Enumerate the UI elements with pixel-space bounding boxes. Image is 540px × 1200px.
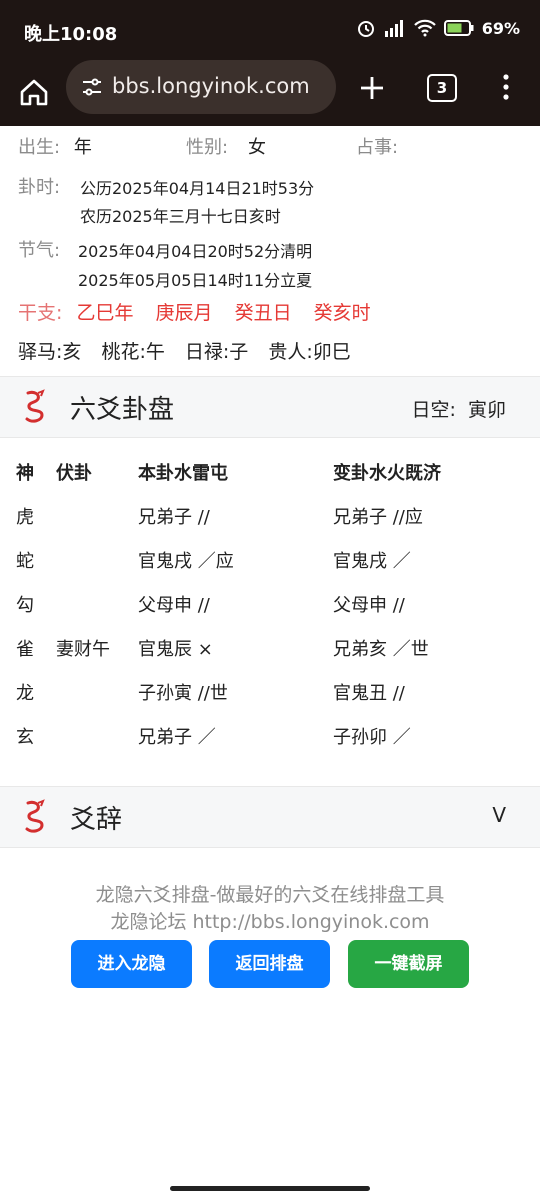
ganzhi-row: 干支: 乙巳年 庚辰月 癸丑日 癸亥时: [18, 298, 371, 325]
table-row: 勾 父母申 // 父母申 //: [0, 591, 540, 635]
battery-percent: 69%: [481, 18, 520, 38]
shensha-guiren: 贵人:卯巳: [268, 341, 351, 363]
footer-link[interactable]: 龙隐论坛 http://bbs.longyinok.com: [0, 907, 540, 934]
table-row: 虎 兄弟子 // 兄弟子 //应: [0, 503, 540, 547]
row-biangua: 父母申 //: [333, 595, 405, 616]
ganzhi-day: 癸丑日: [234, 302, 292, 324]
gua-panel-title: 六爻卦盘: [70, 395, 175, 425]
table-row: 雀 妻财午 官鬼辰 × 兄弟亥 ／世: [0, 635, 540, 679]
more-menu-icon[interactable]: [496, 72, 516, 102]
row-biangua: 兄弟子 //应: [333, 507, 423, 528]
new-tab-icon[interactable]: [356, 72, 388, 104]
alarm-icon: [357, 21, 374, 37]
solar-term-1: 2025年04月04日20时52分清明: [78, 242, 313, 261]
row-bengua: 兄弟子 ／: [138, 727, 216, 748]
gua-panel-header: 六爻卦盘 日空: 寅卯: [0, 376, 540, 438]
yaoci-toggle[interactable]: V: [492, 803, 506, 827]
birth-value: 年: [73, 137, 92, 158]
table-row: 龙 子孙寅 //世 官鬼丑 //: [0, 679, 540, 723]
time-lunar: 农历2025年三月十七日亥时: [80, 207, 281, 226]
tab-count: 3: [436, 79, 448, 97]
row-shen: 雀: [16, 639, 34, 660]
kong-value: 日空: 寅卯: [412, 395, 506, 422]
time-solar: 公历2025年04月14日21时53分: [80, 179, 315, 198]
yaoci-title: 爻辞: [70, 805, 123, 835]
time-row: 卦时:: [18, 173, 60, 199]
ganzhi-month: 庚辰月: [155, 302, 213, 324]
kong-branches: 寅卯: [467, 399, 506, 421]
row-shen: 虎: [16, 507, 34, 528]
screenshot-button[interactable]: 一键截屏: [348, 940, 469, 988]
dragon-logo-icon: [25, 799, 45, 833]
row-shen: 蛇: [16, 551, 34, 572]
gender-value: 女: [248, 137, 266, 158]
row-bengua: 子孙寅 //世: [138, 683, 228, 704]
col-bengua: 本卦水雷屯: [138, 463, 228, 484]
row-bengua: 官鬼辰 ×: [138, 639, 213, 660]
status-time: 晚上10:08: [24, 24, 118, 45]
row-shen: 玄: [16, 727, 34, 748]
row-biangua: 子孙卯 ／: [333, 727, 411, 748]
col-biangua: 变卦水火既济: [333, 463, 441, 484]
birth-row: 出生: 年 性别: 女 占事:: [18, 133, 528, 159]
row-bengua: 兄弟子 //: [138, 507, 210, 528]
ganzhi-label: 干支:: [18, 302, 63, 324]
signal-icon: [384, 20, 403, 37]
shensha-rilu: 日禄:子: [184, 341, 249, 363]
solar-term-row: 节气:: [18, 236, 60, 262]
shensha-yima: 驿马:亥: [18, 341, 82, 363]
tab-switcher-button[interactable]: 3: [427, 74, 457, 102]
birth-label: 出生:: [18, 137, 61, 158]
solar-term-2: 2025年05月05日14时11分立夏: [78, 271, 313, 290]
browser-toolbar: bbs.longyinok.com 3: [0, 60, 540, 126]
shensha-taohua: 桃花:午: [101, 341, 165, 363]
col-fugua: 伏卦: [56, 463, 92, 484]
status-icons: 69%: [356, 18, 520, 38]
solar-term-label: 节气:: [18, 240, 61, 261]
ganzhi-hour: 癸亥时: [313, 302, 371, 324]
row-biangua: 兄弟亥 ／世: [333, 639, 429, 660]
battery-icon: [443, 20, 474, 36]
back-to-paipan-button[interactable]: 返回排盘: [209, 940, 330, 988]
footer-slogan: 龙隐六爻排盘-做最好的六爻在线排盘工具: [95, 884, 445, 906]
row-bengua: 父母申 //: [138, 595, 210, 616]
ganzhi-year: 乙巳年: [76, 302, 134, 324]
row-biangua: 官鬼丑 //: [333, 683, 405, 704]
table-row: 玄 兄弟子 ／ 子孙卯 ／: [0, 723, 540, 767]
enter-longyin-button[interactable]: 进入龙隐: [71, 940, 192, 988]
row-biangua: 官鬼戌 ／: [333, 551, 411, 572]
home-icon[interactable]: [14, 72, 54, 112]
table-row: 蛇 官鬼戌 ／应 官鬼戌 ／: [0, 547, 540, 591]
col-shen: 神: [16, 463, 34, 484]
yaoci-header[interactable]: 爻辞 V: [0, 786, 540, 848]
site-settings-icon[interactable]: [80, 75, 104, 99]
row-fugua: 妻财午: [56, 639, 110, 660]
divination-label: 占事:: [356, 137, 399, 158]
row-shen: 龙: [16, 683, 34, 704]
status-bar: 晚上10:08 69%: [0, 0, 540, 60]
home-indicator[interactable]: [170, 1186, 370, 1191]
shensha-row: 驿马:亥 桃花:午 日禄:子 贵人:卯巳: [18, 337, 351, 364]
row-bengua: 官鬼戌 ／应: [138, 551, 234, 572]
time-label: 卦时:: [18, 177, 61, 198]
dragon-logo-icon: [25, 389, 45, 423]
gender-label: 性别:: [186, 137, 229, 158]
address-bar[interactable]: bbs.longyinok.com: [66, 60, 336, 114]
gua-header-row: 神 伏卦 本卦水雷屯 变卦水火既济: [0, 459, 540, 503]
wifi-icon: [413, 19, 436, 37]
kong-label: 日空:: [411, 399, 456, 421]
url-text[interactable]: bbs.longyinok.com: [112, 74, 310, 98]
row-shen: 勾: [16, 595, 34, 616]
